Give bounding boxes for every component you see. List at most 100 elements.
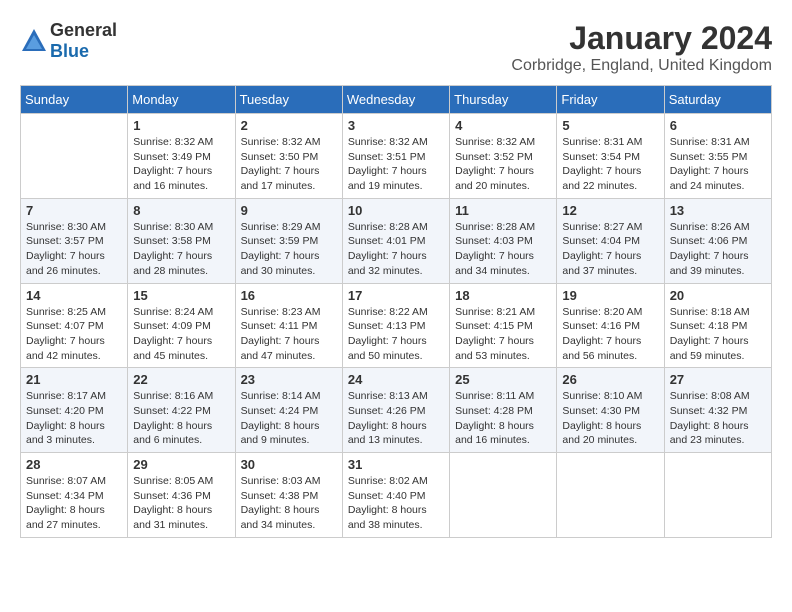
day-detail: Sunrise: 8:32 AM Sunset: 3:51 PM Dayligh… [348, 135, 444, 194]
calendar-week: 7 Sunrise: 8:30 AM Sunset: 3:57 PM Daylig… [21, 198, 772, 283]
calendar-week: 1Sunrise: 8:32 AM Sunset: 3:49 PM Daylig… [21, 114, 772, 199]
day-detail: Sunrise: 8:20 AM Sunset: 4:16 PM Dayligh… [562, 305, 658, 364]
calendar-cell: 31Sunrise: 8:02 AM Sunset: 4:40 PM Dayli… [342, 453, 449, 538]
calendar-cell: 29Sunrise: 8:05 AM Sunset: 4:36 PM Dayli… [128, 453, 235, 538]
weekday-header: Saturday [664, 86, 771, 114]
day-number: 22 [133, 372, 229, 387]
day-number: 9 [241, 203, 337, 218]
location-subtitle: Corbridge, England, United Kingdom [511, 57, 772, 75]
day-number: 3 [348, 118, 444, 133]
logo-blue: Blue [50, 41, 89, 61]
day-number: 23 [241, 372, 337, 387]
calendar-cell: 16 Sunrise: 8:23 AM Sunset: 4:11 PM Dayli… [235, 283, 342, 368]
day-number: 14 [26, 288, 122, 303]
calendar-cell: 30Sunrise: 8:03 AM Sunset: 4:38 PM Dayli… [235, 453, 342, 538]
calendar-cell: 10Sunrise: 8:28 AM Sunset: 4:01 PM Dayli… [342, 198, 449, 283]
calendar-cell: 8Sunrise: 8:30 AM Sunset: 3:58 PM Daylig… [128, 198, 235, 283]
day-detail: Sunrise: 8:16 AM Sunset: 4:22 PM Dayligh… [133, 389, 229, 448]
day-number: 12 [562, 203, 658, 218]
day-detail: Sunrise: 8:29 AM Sunset: 3:59 PM Dayligh… [241, 220, 337, 279]
day-number: 11 [455, 203, 551, 218]
logo-icon [20, 27, 48, 55]
calendar-week: 21 Sunrise: 8:17 AM Sunset: 4:20 PM Dayli… [21, 368, 772, 453]
day-number: 16 [241, 288, 337, 303]
day-detail: Sunrise: 8:31 AM Sunset: 3:55 PM Dayligh… [670, 135, 766, 194]
calendar-cell: 21 Sunrise: 8:17 AM Sunset: 4:20 PM Dayli… [21, 368, 128, 453]
calendar: SundayMondayTuesdayWednesdayThursdayFrid… [20, 85, 772, 538]
day-number: 19 [562, 288, 658, 303]
calendar-cell [450, 453, 557, 538]
weekday-row: SundayMondayTuesdayWednesdayThursdayFrid… [21, 86, 772, 114]
day-detail: Sunrise: 8:14 AM Sunset: 4:24 PM Dayligh… [241, 389, 337, 448]
day-detail: Sunrise: 8:32 AM Sunset: 3:50 PM Dayligh… [241, 135, 337, 194]
calendar-cell: 12Sunrise: 8:27 AM Sunset: 4:04 PM Dayli… [557, 198, 664, 283]
day-number: 28 [26, 457, 122, 472]
calendar-cell: 17 Sunrise: 8:22 AM Sunset: 4:13 PM Dayli… [342, 283, 449, 368]
calendar-cell: 18Sunrise: 8:21 AM Sunset: 4:15 PM Dayli… [450, 283, 557, 368]
calendar-cell [664, 453, 771, 538]
calendar-header: SundayMondayTuesdayWednesdayThursdayFrid… [21, 86, 772, 114]
calendar-cell [557, 453, 664, 538]
calendar-cell: 3 Sunrise: 8:32 AM Sunset: 3:51 PM Daylig… [342, 114, 449, 199]
calendar-week: 28 Sunrise: 8:07 AM Sunset: 4:34 PM Dayli… [21, 453, 772, 538]
day-detail: Sunrise: 8:32 AM Sunset: 3:49 PM Dayligh… [133, 135, 229, 194]
day-number: 13 [670, 203, 766, 218]
day-detail: Sunrise: 8:07 AM Sunset: 4:34 PM Dayligh… [26, 474, 122, 533]
day-detail: Sunrise: 8:18 AM Sunset: 4:18 PM Dayligh… [670, 305, 766, 364]
day-number: 27 [670, 372, 766, 387]
weekday-header: Monday [128, 86, 235, 114]
calendar-cell: 7 Sunrise: 8:30 AM Sunset: 3:57 PM Daylig… [21, 198, 128, 283]
day-detail: Sunrise: 8:30 AM Sunset: 3:57 PM Dayligh… [26, 220, 122, 279]
day-detail: Sunrise: 8:26 AM Sunset: 4:06 PM Dayligh… [670, 220, 766, 279]
day-number: 6 [670, 118, 766, 133]
day-number: 2 [241, 118, 337, 133]
day-number: 24 [348, 372, 444, 387]
calendar-cell: 26 Sunrise: 8:10 AM Sunset: 4:30 PM Dayli… [557, 368, 664, 453]
calendar-cell: 28 Sunrise: 8:07 AM Sunset: 4:34 PM Dayli… [21, 453, 128, 538]
calendar-cell: 1Sunrise: 8:32 AM Sunset: 3:49 PM Daylig… [128, 114, 235, 199]
weekday-header: Wednesday [342, 86, 449, 114]
calendar-cell: 14 Sunrise: 8:25 AM Sunset: 4:07 PM Dayli… [21, 283, 128, 368]
calendar-cell: 5Sunrise: 8:31 AM Sunset: 3:54 PM Daylig… [557, 114, 664, 199]
weekday-header: Tuesday [235, 86, 342, 114]
logo: General Blue [20, 20, 117, 62]
day-number: 30 [241, 457, 337, 472]
day-detail: Sunrise: 8:28 AM Sunset: 4:03 PM Dayligh… [455, 220, 551, 279]
day-number: 17 [348, 288, 444, 303]
day-detail: Sunrise: 8:21 AM Sunset: 4:15 PM Dayligh… [455, 305, 551, 364]
calendar-body: 1Sunrise: 8:32 AM Sunset: 3:49 PM Daylig… [21, 114, 772, 538]
day-number: 15 [133, 288, 229, 303]
weekday-header: Sunday [21, 86, 128, 114]
calendar-cell: 27Sunrise: 8:08 AM Sunset: 4:32 PM Dayli… [664, 368, 771, 453]
day-number: 26 [562, 372, 658, 387]
logo-text: General Blue [50, 20, 117, 62]
day-number: 7 [26, 203, 122, 218]
calendar-cell: 6 Sunrise: 8:31 AM Sunset: 3:55 PM Daylig… [664, 114, 771, 199]
day-detail: Sunrise: 8:25 AM Sunset: 4:07 PM Dayligh… [26, 305, 122, 364]
calendar-cell: 22 Sunrise: 8:16 AM Sunset: 4:22 PM Dayli… [128, 368, 235, 453]
calendar-cell: 20 Sunrise: 8:18 AM Sunset: 4:18 PM Dayli… [664, 283, 771, 368]
day-detail: Sunrise: 8:10 AM Sunset: 4:30 PM Dayligh… [562, 389, 658, 448]
day-number: 20 [670, 288, 766, 303]
day-number: 29 [133, 457, 229, 472]
day-detail: Sunrise: 8:13 AM Sunset: 4:26 PM Dayligh… [348, 389, 444, 448]
day-number: 5 [562, 118, 658, 133]
day-detail: Sunrise: 8:17 AM Sunset: 4:20 PM Dayligh… [26, 389, 122, 448]
page-header: General Blue January 2024 Corbridge, Eng… [20, 20, 772, 75]
day-number: 8 [133, 203, 229, 218]
day-detail: Sunrise: 8:22 AM Sunset: 4:13 PM Dayligh… [348, 305, 444, 364]
title-block: January 2024 Corbridge, England, United … [511, 20, 772, 75]
calendar-cell: 25Sunrise: 8:11 AM Sunset: 4:28 PM Dayli… [450, 368, 557, 453]
calendar-cell: 13 Sunrise: 8:26 AM Sunset: 4:06 PM Dayli… [664, 198, 771, 283]
day-detail: Sunrise: 8:23 AM Sunset: 4:11 PM Dayligh… [241, 305, 337, 364]
month-title: January 2024 [511, 20, 772, 57]
logo-general: General [50, 20, 117, 40]
day-number: 21 [26, 372, 122, 387]
calendar-cell: 23 Sunrise: 8:14 AM Sunset: 4:24 PM Dayli… [235, 368, 342, 453]
weekday-header: Thursday [450, 86, 557, 114]
day-number: 31 [348, 457, 444, 472]
calendar-cell [21, 114, 128, 199]
calendar-cell: 2 Sunrise: 8:32 AM Sunset: 3:50 PM Daylig… [235, 114, 342, 199]
calendar-week: 14 Sunrise: 8:25 AM Sunset: 4:07 PM Dayli… [21, 283, 772, 368]
calendar-cell: 4Sunrise: 8:32 AM Sunset: 3:52 PM Daylig… [450, 114, 557, 199]
